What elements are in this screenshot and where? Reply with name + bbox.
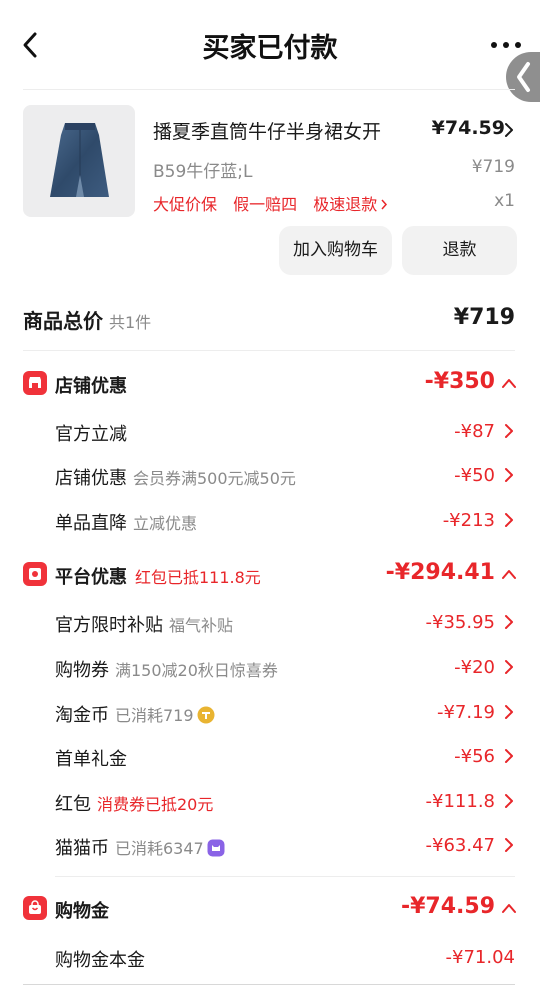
chevron-right-icon[interactable] xyxy=(503,704,515,720)
row-label-text: 购物金本金 xyxy=(55,950,145,971)
product-original-price: ¥719 xyxy=(471,157,515,177)
side-drawer-handle[interactable] xyxy=(506,52,540,102)
row-first-order-gift-value: -¥56 xyxy=(454,746,495,767)
row-official-discount-value: -¥87 xyxy=(454,421,495,442)
product-quantity: x1 xyxy=(494,191,515,211)
row-sub-text: 已消耗6347 xyxy=(115,839,204,858)
chevron-right-icon[interactable] xyxy=(503,614,515,630)
item-count: 共1件 xyxy=(109,313,152,332)
chevron-right-icon[interactable] xyxy=(503,512,515,528)
collapse-up-icon[interactable] xyxy=(501,902,517,914)
row-red-packet[interactable]: 红包 消费券已抵20元 xyxy=(55,790,213,816)
shop-discount-value: -¥350 xyxy=(424,369,495,394)
row-official-discount[interactable]: 官方立减 xyxy=(55,420,127,446)
row-first-order-gift[interactable]: 首单礼金 xyxy=(55,745,127,771)
row-shopping-coupon-value: -¥20 xyxy=(454,657,495,678)
row-direct-price-cut[interactable]: 单品直降 立减优惠 xyxy=(55,509,197,535)
refund-button[interactable]: 退款 xyxy=(402,226,517,275)
collapse-up-icon[interactable] xyxy=(501,377,517,389)
row-shopping-gold-principal: 购物金本金 xyxy=(55,946,145,972)
chevron-right-icon[interactable] xyxy=(503,467,515,483)
total-label-text: 商品总价 xyxy=(23,309,103,333)
total-label: 商品总价 共1件 xyxy=(23,305,151,334)
product-paid-price: ¥74.59 xyxy=(431,117,505,139)
more-options-icon[interactable] xyxy=(490,38,522,52)
row-sub-text: 会员券满500元减50元 xyxy=(133,469,296,488)
row-taobao-coins-value: -¥7.19 xyxy=(436,702,495,723)
row-direct-price-cut-value: -¥213 xyxy=(442,510,495,531)
total-value: ¥719 xyxy=(453,305,515,330)
row-sub-text: 消费券已抵20元 xyxy=(97,795,214,814)
top-bar: 买家已付款 xyxy=(0,0,540,90)
shop-icon xyxy=(23,371,47,395)
row-label-text: 官方限时补贴 xyxy=(55,615,163,636)
row-cat-coins-value: -¥63.47 xyxy=(425,835,495,856)
row-sub-text: 立减优惠 xyxy=(133,514,198,533)
header-divider xyxy=(23,89,515,90)
shopping-gold-title: 购物金 xyxy=(55,901,109,922)
shopping-bag-icon xyxy=(23,896,47,920)
red-packet-icon xyxy=(23,562,47,586)
platform-discount-title: 平台优惠 红包已抵111.8元 xyxy=(55,563,261,589)
chevron-right-icon[interactable] xyxy=(503,122,515,138)
row-shop-coupon-value: -¥50 xyxy=(454,465,495,486)
row-cat-coins[interactable]: 猫猫币 已消耗6347 xyxy=(55,834,225,860)
row-shopping-coupon[interactable]: 购物券 满150减20秋日惊喜券 xyxy=(55,656,278,682)
chevron-right-icon[interactable] xyxy=(503,837,515,853)
row-label-text: 红包 xyxy=(55,794,91,815)
row-sub-text: 已消耗719 xyxy=(115,706,194,725)
row-shopping-gold-principal-value: -¥71.04 xyxy=(445,947,515,968)
gold-coin-icon xyxy=(197,706,215,723)
product-thumbnail[interactable] xyxy=(23,105,135,217)
shop-discount-title: 店铺优惠 xyxy=(55,376,127,397)
row-label-text: 官方立减 xyxy=(55,424,127,445)
row-shop-coupon[interactable]: 店铺优惠 会员券满500元减50元 xyxy=(55,464,296,490)
product-title[interactable]: 播夏季直筒牛仔半身裙女开 xyxy=(153,117,381,144)
row-label-text: 淘金币 xyxy=(55,705,109,726)
row-label-text: 单品直降 xyxy=(55,513,127,534)
service-tags: 大促价保 假一赔四 极速退款 xyxy=(153,191,399,215)
row-sub-text: 福气补贴 xyxy=(169,616,234,635)
add-to-cart-button[interactable]: 加入购物车 xyxy=(279,226,392,275)
platform-discount-note: 红包已抵111.8元 xyxy=(135,568,261,587)
total-divider xyxy=(23,350,515,351)
chevron-right-small-icon xyxy=(381,199,388,210)
row-taobao-coins[interactable]: 淘金币 已消耗719 xyxy=(55,701,215,727)
row-limited-subsidy[interactable]: 官方限时补贴 福气补贴 xyxy=(55,611,233,637)
denim-skirt-image xyxy=(50,123,109,197)
bottom-edge xyxy=(23,984,515,985)
chevron-right-icon[interactable] xyxy=(503,793,515,809)
chevron-right-icon[interactable] xyxy=(503,659,515,675)
tag-fast-refund[interactable]: 极速退款 xyxy=(313,195,388,214)
row-label-text: 购物券 xyxy=(55,660,109,681)
platform-discount-title-text: 平台优惠 xyxy=(55,567,127,588)
section-divider xyxy=(55,876,515,877)
shopping-gold-value: -¥74.59 xyxy=(400,894,495,919)
platform-discount-value: -¥294.41 xyxy=(385,560,495,585)
row-red-packet-value: -¥111.8 xyxy=(425,791,495,812)
chevron-right-icon[interactable] xyxy=(503,423,515,439)
collapse-up-icon[interactable] xyxy=(501,568,517,580)
row-label-text: 猫猫币 xyxy=(55,838,109,859)
tag-fast-refund-label: 极速退款 xyxy=(313,195,378,214)
page-title: 买家已付款 xyxy=(202,33,338,64)
row-sub-text: 满150减20秋日惊喜券 xyxy=(115,661,278,680)
chevron-right-icon[interactable] xyxy=(503,748,515,764)
product-sku: B59牛仔蓝;L xyxy=(153,162,253,182)
chevron-left-icon xyxy=(517,62,530,92)
row-label-text: 首单礼金 xyxy=(55,749,127,770)
row-limited-subsidy-value: -¥35.95 xyxy=(425,612,495,633)
tag-price-protection: 大促价保 xyxy=(153,195,218,214)
cat-coin-icon xyxy=(207,839,225,856)
row-label-text: 店铺优惠 xyxy=(55,468,127,489)
tag-fake-compensation: 假一赔四 xyxy=(233,195,298,214)
